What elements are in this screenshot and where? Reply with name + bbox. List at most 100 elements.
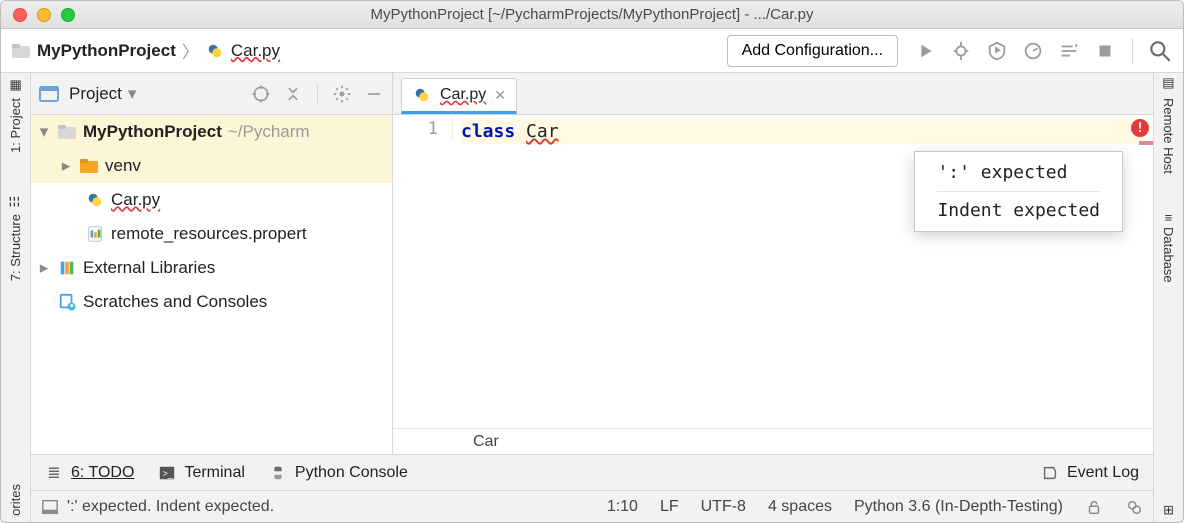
maximize-window-icon[interactable] (61, 8, 75, 22)
database-icon: ≡ (1165, 210, 1173, 225)
breadcrumb-separator-icon: 〉 (182, 38, 199, 63)
inspection-profile-icon[interactable] (1125, 498, 1143, 516)
error-marker[interactable] (1139, 141, 1153, 145)
favorites-tool-button[interactable]: orites (8, 484, 23, 516)
gear-icon[interactable] (332, 84, 352, 104)
project-folder-icon (11, 42, 31, 60)
locate-icon[interactable] (251, 84, 271, 104)
folder-icon (79, 157, 99, 175)
tree-item-car[interactable]: Car.py (31, 183, 392, 217)
scratches-icon (57, 293, 77, 311)
project-tool-button[interactable]: 1: Project ▦ (8, 77, 23, 153)
tree-item-label: venv (105, 156, 141, 176)
tooltip-line-2: Indent expected (937, 200, 1100, 221)
editor-tab-car[interactable]: Car.py ✕ (401, 78, 517, 114)
chevron-down-icon[interactable]: ▾ (37, 122, 51, 142)
project-tool-icon: ▦ (8, 77, 23, 92)
hide-panel-icon[interactable] (364, 84, 384, 104)
structure-tool-button[interactable]: 7: Structure ☷ (8, 193, 23, 281)
right-tool-rail: ▥ Remote Host ≡ Database ⊞ (1153, 73, 1183, 522)
properties-file-icon (85, 225, 105, 243)
chevron-down-icon: ▾ (128, 84, 137, 104)
tree-root-path: ~/Pycharm (228, 122, 310, 142)
project-view-icon (39, 85, 59, 103)
external-libraries-icon (57, 259, 77, 277)
breadcrumb[interactable]: MyPythonProject 〉 Car.py (11, 38, 280, 63)
stop-icon[interactable] (1094, 40, 1116, 62)
minimize-window-icon[interactable] (37, 8, 51, 22)
python-file-icon (85, 191, 105, 209)
coverage-icon[interactable] (986, 40, 1008, 62)
svg-text:>_: >_ (163, 468, 174, 478)
expand-collapse-icon[interactable] (283, 84, 303, 104)
chevron-right-icon[interactable]: ▸ (59, 156, 73, 176)
profile-icon[interactable] (1022, 40, 1044, 62)
terminal-icon: >_ (158, 464, 176, 482)
run-toolbar (904, 40, 1126, 62)
close-tab-icon[interactable]: ✕ (494, 87, 506, 104)
remote-host-icon: ▥ (1161, 77, 1176, 92)
breadcrumb-file[interactable]: Car.py (231, 41, 280, 61)
editor-tabs: Car.py ✕ (393, 73, 1153, 114)
titlebar: MyPythonProject [~/PycharmProjects/MyPyt… (1, 1, 1183, 29)
project-panel-title[interactable]: Project ▾ (69, 84, 136, 104)
python-icon (269, 464, 287, 482)
status-position[interactable]: 1:10 (607, 498, 638, 516)
tree-item-label: Scratches and Consoles (83, 292, 267, 312)
error-stripe[interactable]: ! (1131, 119, 1149, 137)
breadcrumb-project[interactable]: MyPythonProject (37, 41, 176, 61)
grid-icon: ⊞ (1163, 503, 1174, 518)
left-tool-rail: 1: Project ▦ 7: Structure ☷ orites (1, 73, 31, 522)
project-tree[interactable]: ▾ MyPythonProject ~/Pycharm ▸ venv Car.p… (31, 115, 393, 454)
event-log-icon (1041, 464, 1059, 482)
tree-item-label: External Libraries (83, 258, 215, 278)
debug-icon[interactable] (950, 40, 972, 62)
search-everywhere-icon[interactable] (1147, 38, 1173, 64)
navigation-bar: MyPythonProject 〉 Car.py Add Configurati… (1, 29, 1183, 73)
tree-item-venv[interactable]: ▸ venv (31, 149, 392, 183)
code-editor[interactable]: 1 class Car ! ':' expected Indent expect… (393, 115, 1153, 454)
structure-tool-icon: ☷ (8, 193, 23, 208)
status-line-separator[interactable]: LF (660, 498, 679, 516)
tree-external-libraries[interactable]: ▸ External Libraries (31, 251, 392, 285)
remote-host-tool-button[interactable]: ▥ Remote Host (1161, 77, 1176, 174)
status-interpreter[interactable]: Python 3.6 (In-Depth-Testing) (854, 498, 1063, 516)
error-indicator-icon: ! (1131, 119, 1149, 137)
tree-scratches[interactable]: Scratches and Consoles (31, 285, 392, 319)
python-file-icon (412, 86, 432, 104)
tree-item-label: Car.py (111, 190, 160, 210)
status-encoding[interactable]: UTF-8 (701, 498, 746, 516)
status-bar: ':' expected. Indent expected. 1:10 LF U… (31, 490, 1153, 522)
identifier: Car (526, 121, 559, 142)
status-indent[interactable]: 4 spaces (768, 498, 832, 516)
tree-item-label: remote_resources.propert (111, 224, 307, 244)
lock-icon[interactable] (1085, 498, 1103, 516)
tree-item-remote-resources[interactable]: remote_resources.propert (31, 217, 392, 251)
project-panel-header: Project ▾ (31, 73, 393, 114)
grid-tool-button[interactable]: ⊞ (1161, 505, 1176, 516)
editor-content[interactable]: class Car ! ':' expected Indent expected (453, 115, 1153, 148)
concurrency-icon[interactable] (1058, 40, 1080, 62)
python-console-tool-button[interactable]: Python Console (269, 464, 408, 482)
bottom-tool-bar: ≣ 6: TODO >_ Terminal Python Console Eve… (31, 454, 1153, 490)
terminal-tool-button[interactable]: >_ Terminal (158, 464, 244, 482)
editor-tab-label: Car.py (440, 86, 486, 104)
tree-root[interactable]: ▾ MyPythonProject ~/Pycharm (31, 115, 392, 149)
todo-tool-button[interactable]: ≣ 6: TODO (45, 464, 134, 482)
editor-gutter: 1 (393, 115, 453, 139)
editor-breadcrumb[interactable]: Car (393, 428, 1153, 454)
editor-breadcrumb-item[interactable]: Car (473, 433, 499, 451)
database-tool-button[interactable]: ≡ Database (1161, 214, 1176, 283)
add-configuration-button[interactable]: Add Configuration... (727, 35, 898, 67)
event-log-button[interactable]: Event Log (1041, 464, 1139, 482)
line-number: 1 (393, 119, 438, 139)
todo-icon: ≣ (45, 464, 63, 482)
status-panel-icon[interactable] (41, 498, 59, 516)
tree-root-name: MyPythonProject (83, 122, 222, 142)
chevron-right-icon[interactable]: ▸ (37, 258, 51, 278)
window-title: MyPythonProject [~/PycharmProjects/MyPyt… (1, 6, 1183, 23)
python-file-icon (205, 42, 225, 60)
close-window-icon[interactable] (13, 8, 27, 22)
run-icon[interactable] (914, 40, 936, 62)
tooltip-line-1: ':' expected (937, 162, 1100, 192)
